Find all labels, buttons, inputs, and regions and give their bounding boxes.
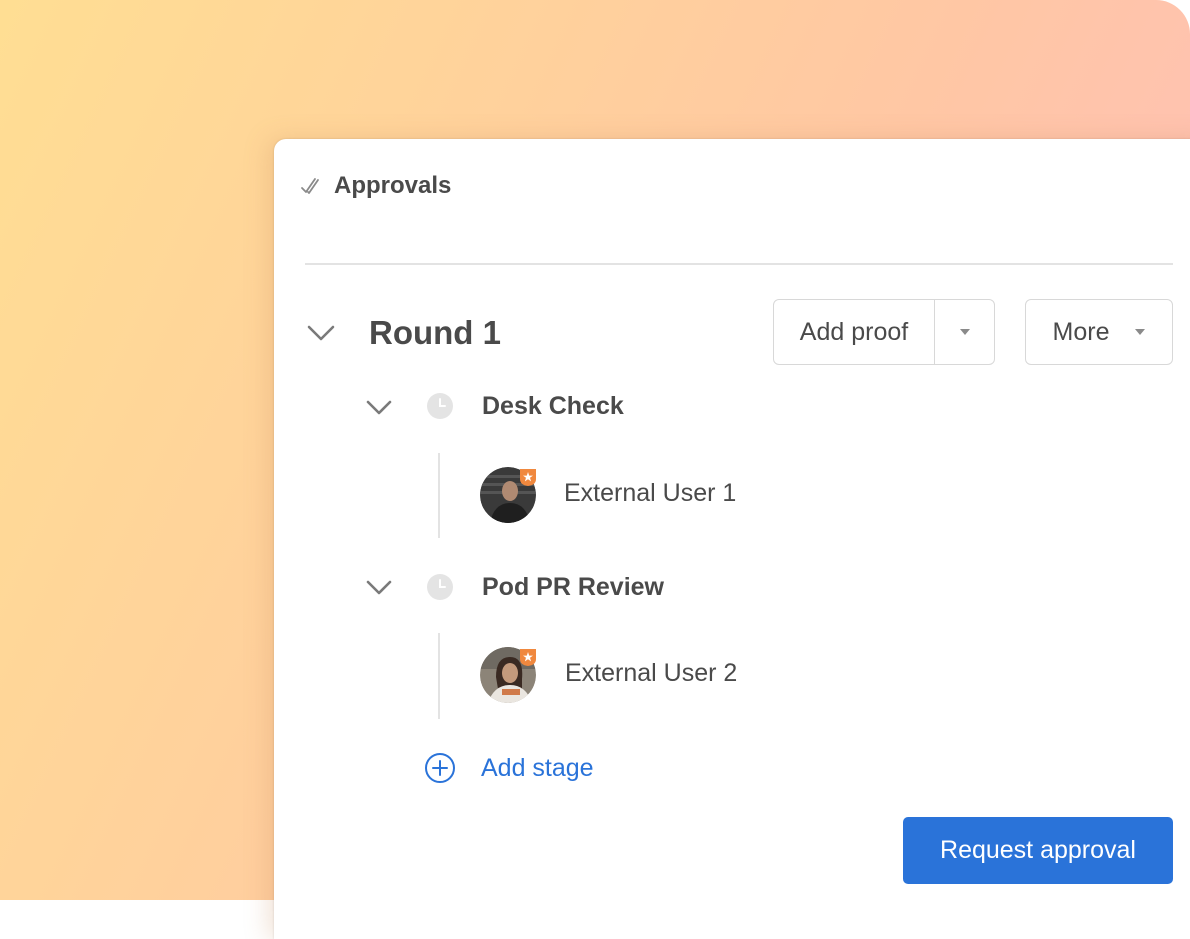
stage-connector-line	[438, 633, 440, 719]
plus-circle-icon	[425, 753, 455, 783]
clock-icon	[427, 574, 453, 600]
add-proof-split-button: Add proof	[773, 299, 995, 365]
double-check-icon	[301, 178, 319, 194]
stage-collapse-chevron-icon[interactable]	[365, 398, 393, 418]
clock-icon	[427, 393, 453, 419]
stage-collapse-chevron-icon[interactable]	[365, 578, 393, 598]
add-proof-button[interactable]: Add proof	[774, 300, 935, 364]
page-title: Approvals	[334, 172, 452, 199]
avatar[interactable]	[480, 647, 536, 703]
header-divider	[305, 263, 1173, 265]
add-stage-link[interactable]: Add stage	[424, 752, 594, 784]
reviewer-name: External User 2	[565, 659, 738, 687]
stage-title: Pod PR Review	[482, 573, 664, 601]
stage-title: Desk Check	[482, 392, 624, 420]
caret-down-icon	[1135, 329, 1146, 335]
star-badge-icon	[520, 469, 536, 486]
more-button[interactable]: More	[1025, 299, 1173, 365]
caret-down-icon	[959, 329, 970, 335]
star-badge-icon	[520, 649, 536, 666]
approvals-header: Approvals	[300, 168, 451, 204]
add-proof-dropdown-toggle[interactable]	[935, 300, 994, 364]
more-button-label: More	[1052, 317, 1110, 346]
request-approval-button[interactable]: Request approval	[903, 817, 1173, 884]
stage-connector-line	[438, 453, 440, 538]
round-collapse-chevron-icon[interactable]	[306, 322, 336, 344]
add-stage-label: Add stage	[481, 753, 594, 782]
avatar[interactable]	[480, 467, 536, 523]
round-title: Round 1	[369, 314, 501, 351]
reviewer-name: External User 1	[564, 479, 737, 507]
